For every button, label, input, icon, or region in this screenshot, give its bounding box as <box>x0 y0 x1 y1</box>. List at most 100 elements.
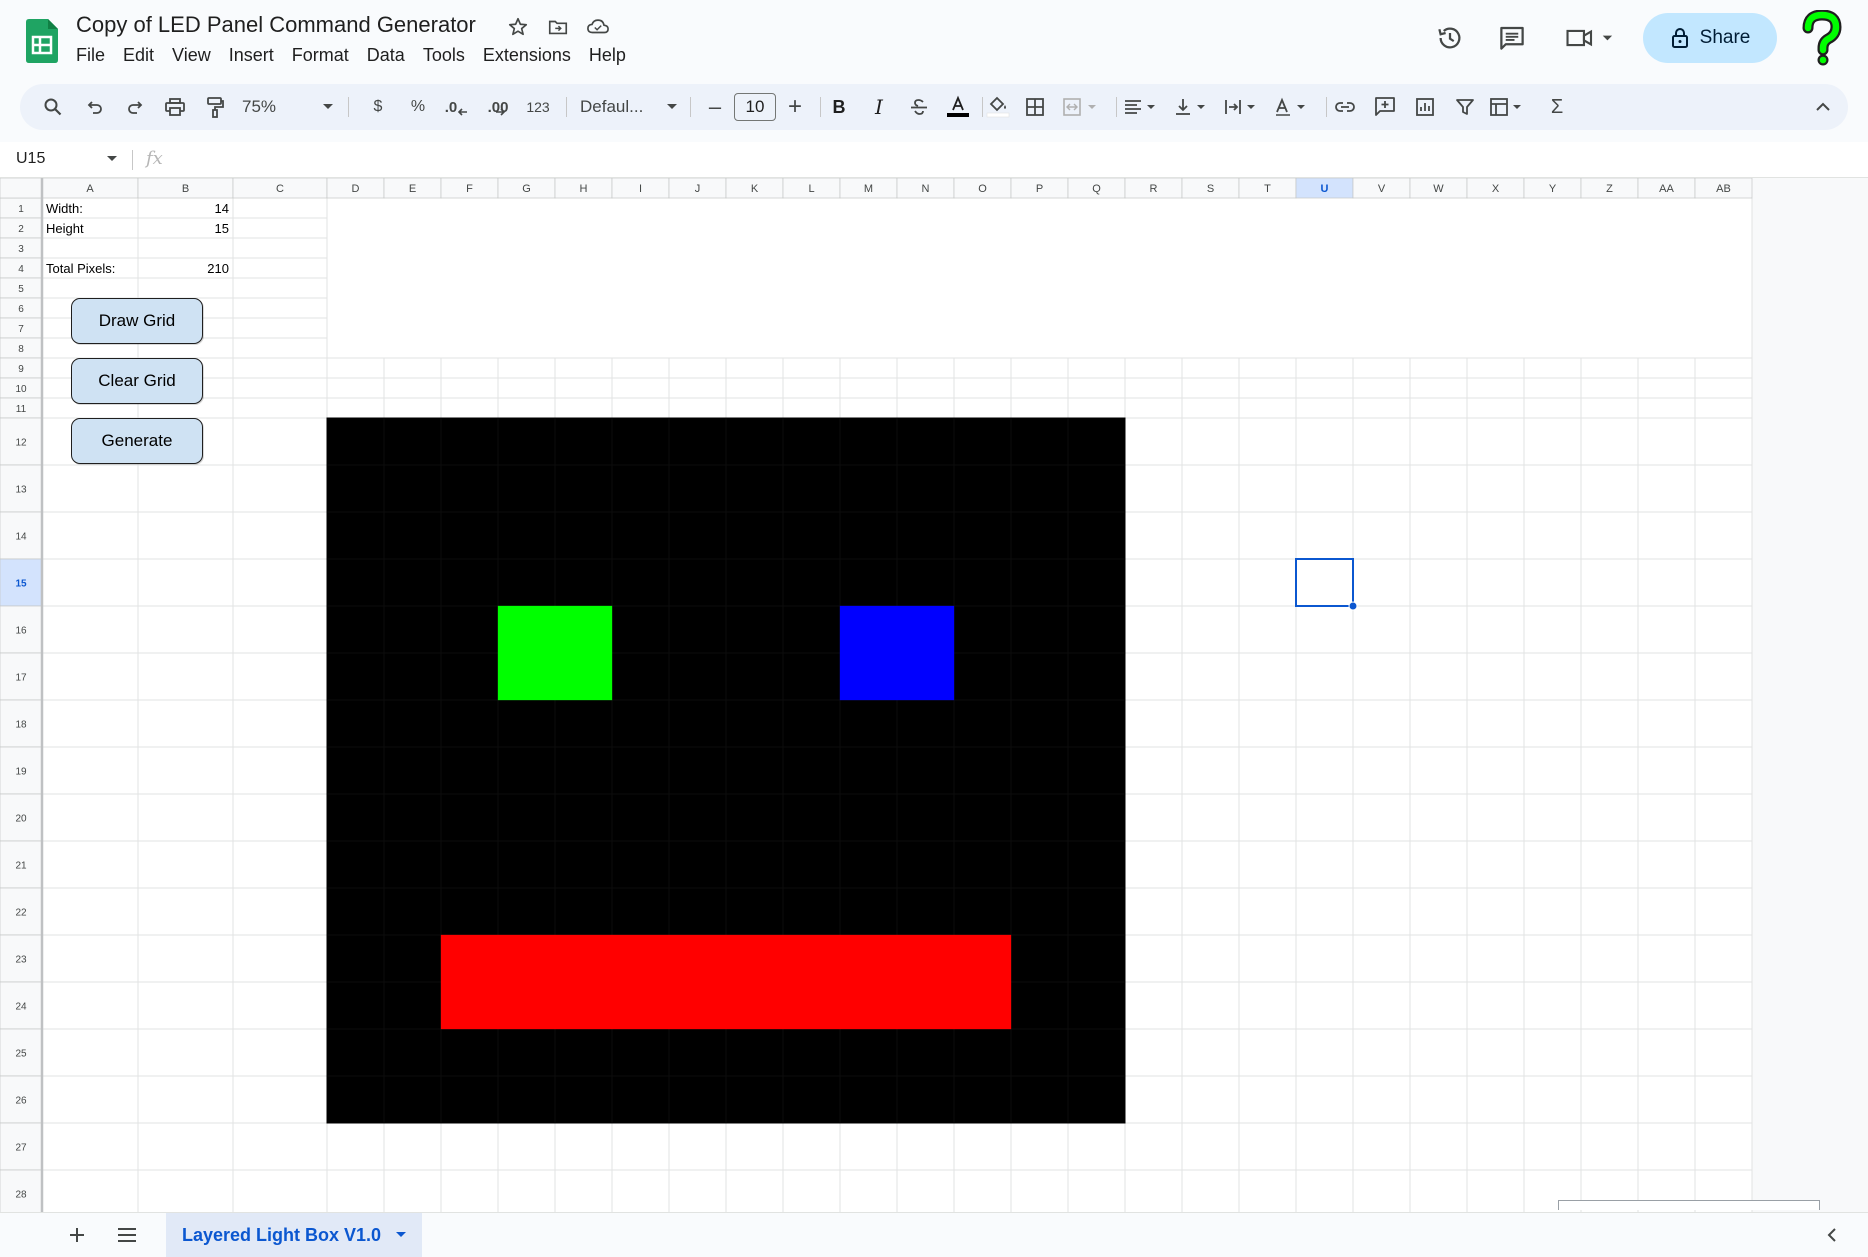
led-pixel-lit[interactable] <box>839 934 898 983</box>
led-pixel[interactable] <box>1067 793 1126 842</box>
led-pixel[interactable] <box>1010 464 1069 513</box>
led-pixel[interactable] <box>953 699 1012 748</box>
led-pixel-lit[interactable] <box>497 652 556 701</box>
led-pixel[interactable] <box>440 699 499 748</box>
led-pixel-lit[interactable] <box>896 934 955 983</box>
led-pixel[interactable] <box>497 1028 556 1077</box>
led-pixel[interactable] <box>440 1028 499 1077</box>
led-pixel[interactable] <box>326 793 385 842</box>
led-pixel[interactable] <box>1067 840 1126 889</box>
led-pixel[interactable] <box>782 1028 841 1077</box>
generate-button[interactable]: Generate <box>71 418 203 464</box>
led-pixel[interactable] <box>440 558 499 607</box>
led-pixel[interactable] <box>383 981 442 1030</box>
led-pixel[interactable] <box>383 1028 442 1077</box>
led-pixel-lit[interactable] <box>554 652 613 701</box>
led-pixel-lit[interactable] <box>497 934 556 983</box>
print-icon[interactable] <box>160 84 190 130</box>
led-pixel[interactable] <box>611 887 670 936</box>
led-pixel[interactable] <box>1010 652 1069 701</box>
comments-icon[interactable] <box>1494 20 1530 56</box>
text-color-icon[interactable] <box>942 84 974 130</box>
led-pixel[interactable] <box>668 887 727 936</box>
led-pixel[interactable] <box>668 652 727 701</box>
increase-decimal-button[interactable]: .00 <box>480 84 514 130</box>
led-pixel[interactable] <box>1010 934 1069 983</box>
led-pixel[interactable] <box>383 464 442 513</box>
led-pixel[interactable] <box>1010 1075 1069 1124</box>
menu-extensions[interactable]: Extensions <box>483 45 581 69</box>
led-pixel[interactable] <box>725 746 784 795</box>
draw-grid-button[interactable]: Draw Grid <box>71 298 203 344</box>
led-pixel[interactable] <box>1067 605 1126 654</box>
functions-button[interactable]: Σ <box>1542 84 1572 130</box>
cell-a1[interactable]: Width: <box>46 201 83 216</box>
led-pixel[interactable] <box>668 746 727 795</box>
led-pixel-lit[interactable] <box>668 934 727 983</box>
chevron-down-icon[interactable] <box>395 1231 407 1239</box>
zoom-select[interactable]: 75% <box>242 84 334 130</box>
led-pixel[interactable] <box>668 1075 727 1124</box>
led-pixel[interactable] <box>497 558 556 607</box>
led-pixel[interactable] <box>611 746 670 795</box>
strikethrough-icon[interactable] <box>904 84 934 130</box>
led-pixel[interactable] <box>839 840 898 889</box>
led-pixel[interactable] <box>725 793 784 842</box>
led-pixel[interactable] <box>383 605 442 654</box>
search-menus-icon[interactable] <box>38 84 68 130</box>
led-pixel[interactable] <box>1010 793 1069 842</box>
font-size-input[interactable]: 10 <box>734 93 776 121</box>
led-pixel[interactable] <box>1010 746 1069 795</box>
led-pixel-lit[interactable] <box>782 934 841 983</box>
insert-chart-icon[interactable] <box>1410 84 1440 130</box>
led-pixel-lit[interactable] <box>554 981 613 1030</box>
led-pixel[interactable] <box>440 1075 499 1124</box>
led-pixel-lit[interactable] <box>668 981 727 1030</box>
share-button[interactable]: Share <box>1643 13 1777 63</box>
led-pixel[interactable] <box>383 417 442 466</box>
led-pixel[interactable] <box>554 558 613 607</box>
led-pixel-lit[interactable] <box>725 934 784 983</box>
led-pixel-lit[interactable] <box>725 981 784 1030</box>
led-pixel[interactable] <box>1010 840 1069 889</box>
paint-format-icon[interactable] <box>200 84 230 130</box>
led-pixel[interactable] <box>782 699 841 748</box>
led-pixel[interactable] <box>611 605 670 654</box>
led-pixel[interactable] <box>497 511 556 560</box>
led-pixel[interactable] <box>1010 981 1069 1030</box>
led-pixel[interactable] <box>440 464 499 513</box>
spreadsheet-grid[interactable]: Width: 14 Height 15 Total Pixels: 210 A B C D E F G H… <box>0 178 1868 1212</box>
led-pixel[interactable] <box>1067 1075 1126 1124</box>
led-pixel[interactable] <box>839 1075 898 1124</box>
led-pixel[interactable] <box>1010 511 1069 560</box>
led-pixel[interactable] <box>953 417 1012 466</box>
led-pixel[interactable] <box>554 887 613 936</box>
led-pixel[interactable] <box>725 558 784 607</box>
merge-cells-icon[interactable] <box>1060 84 1104 130</box>
led-pixel[interactable] <box>953 558 1012 607</box>
led-pixel[interactable] <box>1010 699 1069 748</box>
grid-canvas[interactable]: Width: 14Height 15Total Pixels: 210A B C D E F G H… <box>0 178 1868 1212</box>
led-pixel-lit[interactable] <box>497 981 556 1030</box>
led-pixel[interactable] <box>782 652 841 701</box>
led-pixel[interactable] <box>554 699 613 748</box>
led-pixel-lit[interactable] <box>782 981 841 1030</box>
led-pixel[interactable] <box>611 1028 670 1077</box>
led-pixel[interactable] <box>839 511 898 560</box>
led-pixel[interactable] <box>782 605 841 654</box>
led-pixel[interactable] <box>440 840 499 889</box>
led-pixel-lit[interactable] <box>611 981 670 1030</box>
led-pixel[interactable] <box>839 793 898 842</box>
led-pixel[interactable] <box>611 793 670 842</box>
led-pixel[interactable] <box>1067 558 1126 607</box>
google-sheets-logo[interactable] <box>26 19 58 63</box>
collapse-menus-icon[interactable] <box>1808 84 1838 130</box>
name-box[interactable]: U15 <box>16 150 45 168</box>
fill-color-icon[interactable] <box>982 84 1014 130</box>
led-pixel[interactable] <box>1010 558 1069 607</box>
bold-button[interactable]: B <box>824 84 854 130</box>
led-pixel[interactable] <box>497 887 556 936</box>
led-pixel[interactable] <box>953 652 1012 701</box>
led-pixel[interactable] <box>668 558 727 607</box>
horizontal-scrollbar[interactable] <box>1558 1200 1820 1210</box>
